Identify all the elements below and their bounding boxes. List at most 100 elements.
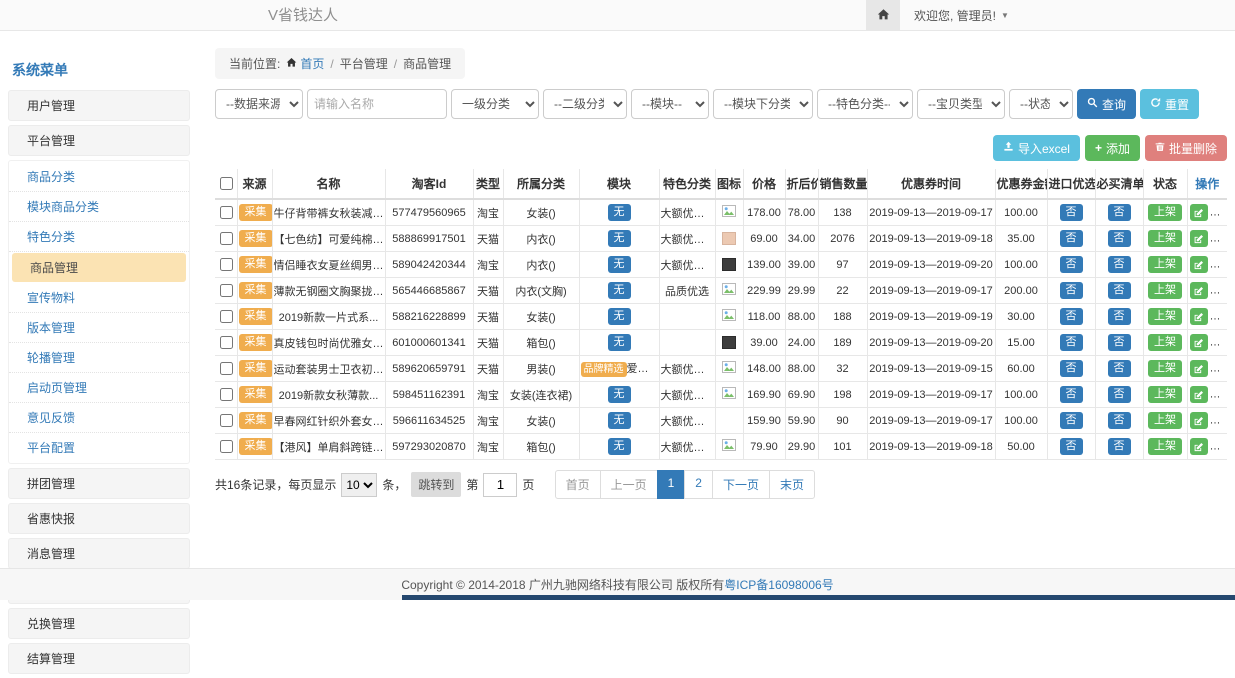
page-number-input[interactable] xyxy=(483,473,517,497)
module-badge[interactable]: 无 xyxy=(608,412,631,429)
module-badge[interactable]: 无 xyxy=(608,386,631,403)
sidebar-item-settlement-management[interactable]: 结算管理 xyxy=(8,643,190,674)
sidebar-item-platform-management[interactable]: 平台管理 xyxy=(8,125,190,156)
sidebar-item-splash-page-management[interactable]: 启动页管理 xyxy=(9,373,189,403)
sidebar-item-discount-news[interactable]: 省惠快报 xyxy=(8,503,190,534)
status-badge[interactable]: 上架 xyxy=(1148,230,1182,247)
sidebar-item-feedback[interactable]: 意见反馈 xyxy=(9,403,189,433)
module-badge[interactable]: 无 xyxy=(608,256,631,273)
sidebar-item-group-buy-management[interactable]: 拼团管理 xyxy=(8,468,190,499)
status-badge[interactable]: 上架 xyxy=(1148,412,1182,429)
sidebar-item-user-management[interactable]: 用户管理 xyxy=(8,90,190,121)
edit-button[interactable] xyxy=(1190,256,1208,273)
status-badge[interactable]: 上架 xyxy=(1148,360,1182,377)
import-select-badge[interactable]: 否 xyxy=(1060,334,1083,351)
filter-select-feature-category[interactable]: --特色分类-- xyxy=(817,89,913,119)
must-buy-badge[interactable]: 否 xyxy=(1108,256,1131,273)
row-checkbox[interactable] xyxy=(220,362,233,375)
import-select-badge[interactable]: 否 xyxy=(1060,256,1083,273)
icp-link[interactable]: 粤ICP备16098006号 xyxy=(724,576,833,593)
module-badge[interactable]: 无 xyxy=(608,230,631,247)
breadcrumb-home-link[interactable]: 首页 xyxy=(286,55,324,72)
edit-button[interactable] xyxy=(1190,438,1208,455)
per-page-select[interactable]: 10 xyxy=(341,473,377,497)
must-buy-badge[interactable]: 否 xyxy=(1108,308,1131,325)
pagination-next[interactable]: 下一页 xyxy=(712,470,770,499)
edit-button[interactable] xyxy=(1190,204,1208,221)
edit-button[interactable] xyxy=(1190,334,1208,351)
edit-button[interactable] xyxy=(1190,308,1208,325)
sidebar-item-feature-category[interactable]: 特色分类 xyxy=(9,222,189,252)
module-badge[interactable]: 品牌精选 xyxy=(581,362,627,378)
must-buy-badge[interactable]: 否 xyxy=(1108,438,1131,455)
must-buy-badge[interactable]: 否 xyxy=(1108,386,1131,403)
status-badge[interactable]: 上架 xyxy=(1148,204,1182,221)
import-select-badge[interactable]: 否 xyxy=(1060,308,1083,325)
row-checkbox[interactable] xyxy=(220,310,233,323)
edit-button[interactable] xyxy=(1190,412,1208,429)
must-buy-badge[interactable]: 否 xyxy=(1108,204,1131,221)
filter-select-status[interactable]: --状态-- xyxy=(1009,89,1073,119)
must-buy-badge[interactable]: 否 xyxy=(1108,334,1131,351)
import-select-badge[interactable]: 否 xyxy=(1060,412,1083,429)
filter-select-module-sub-category[interactable]: --模块下分类-- xyxy=(713,89,813,119)
import-select-badge[interactable]: 否 xyxy=(1060,230,1083,247)
home-button[interactable] xyxy=(866,0,900,31)
import-select-badge[interactable]: 否 xyxy=(1060,204,1083,221)
sidebar-item-message-management[interactable]: 消息管理 xyxy=(8,538,190,569)
row-checkbox[interactable] xyxy=(220,414,233,427)
search-button[interactable]: 查询 xyxy=(1077,89,1136,119)
sidebar-item-promo-material[interactable]: 宣传物料 xyxy=(9,283,189,313)
pagination-page-2[interactable]: 2 xyxy=(684,470,713,499)
module-badge[interactable]: 无 xyxy=(608,308,631,325)
import-select-badge[interactable]: 否 xyxy=(1060,282,1083,299)
pagination-page-1[interactable]: 1 xyxy=(657,470,686,499)
select-all-checkbox[interactable] xyxy=(220,177,233,190)
sidebar-item-version-management[interactable]: 版本管理 xyxy=(9,313,189,343)
must-buy-badge[interactable]: 否 xyxy=(1108,360,1131,377)
edit-button[interactable] xyxy=(1190,360,1208,377)
edit-button[interactable] xyxy=(1190,230,1208,247)
sidebar-item-module-product-category[interactable]: 模块商品分类 xyxy=(9,192,189,222)
sidebar-item-product-management[interactable]: 商品管理 xyxy=(12,253,186,282)
name-search-input[interactable] xyxy=(307,89,447,119)
batch-delete-button[interactable]: 批量删除 xyxy=(1145,135,1227,161)
filter-select-item-type[interactable]: --宝贝类型-- xyxy=(917,89,1005,119)
module-badge[interactable]: 无 xyxy=(608,204,631,221)
row-checkbox[interactable] xyxy=(220,206,233,219)
filter-select-level1-category[interactable]: 一级分类 xyxy=(451,89,539,119)
status-badge[interactable]: 上架 xyxy=(1148,386,1182,403)
pagination-last[interactable]: 末页 xyxy=(769,470,815,499)
sidebar-item-platform-config[interactable]: 平台配置 xyxy=(9,433,189,462)
row-checkbox[interactable] xyxy=(220,258,233,271)
import-excel-button[interactable]: 导入excel xyxy=(993,135,1080,161)
edit-button[interactable] xyxy=(1190,282,1208,299)
status-badge[interactable]: 上架 xyxy=(1148,282,1182,299)
status-badge[interactable]: 上架 xyxy=(1148,438,1182,455)
sidebar-item-carousel-management[interactable]: 轮播管理 xyxy=(9,343,189,373)
import-select-badge[interactable]: 否 xyxy=(1060,438,1083,455)
module-badge[interactable]: 无 xyxy=(608,282,631,299)
row-checkbox[interactable] xyxy=(220,388,233,401)
row-checkbox[interactable] xyxy=(220,336,233,349)
must-buy-badge[interactable]: 否 xyxy=(1108,412,1131,429)
row-checkbox[interactable] xyxy=(220,232,233,245)
must-buy-badge[interactable]: 否 xyxy=(1108,230,1131,247)
filter-select-module[interactable]: --模块-- xyxy=(631,89,709,119)
sidebar-item-exchange-management[interactable]: 兑换管理 xyxy=(8,608,190,639)
row-checkbox[interactable] xyxy=(220,284,233,297)
breadcrumb-item-platform[interactable]: 平台管理 xyxy=(340,55,388,72)
row-checkbox[interactable] xyxy=(220,440,233,453)
sidebar-item-product-category[interactable]: 商品分类 xyxy=(9,162,189,192)
import-select-badge[interactable]: 否 xyxy=(1060,360,1083,377)
module-badge[interactable]: 无 xyxy=(608,438,631,455)
filter-select-level2-category[interactable]: --二级分类-- xyxy=(543,89,627,119)
edit-button[interactable] xyxy=(1190,386,1208,403)
jump-button[interactable]: 跳转到 xyxy=(411,472,461,497)
pagination-prev[interactable]: 上一页 xyxy=(600,470,658,499)
add-button[interactable]: + 添加 xyxy=(1085,135,1140,161)
status-badge[interactable]: 上架 xyxy=(1148,334,1182,351)
pagination-first[interactable]: 首页 xyxy=(555,470,601,499)
import-select-badge[interactable]: 否 xyxy=(1060,386,1083,403)
status-badge[interactable]: 上架 xyxy=(1148,256,1182,273)
